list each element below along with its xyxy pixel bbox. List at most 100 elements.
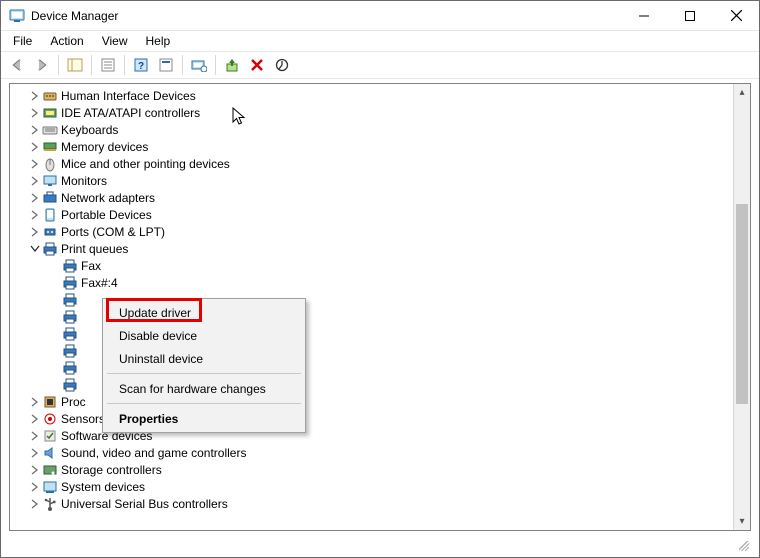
chevron-right-icon[interactable] [28, 208, 42, 222]
tree-node[interactable]: Network adapters [14, 189, 732, 206]
software-icon [42, 428, 58, 444]
disable-button[interactable] [270, 54, 294, 76]
context-separator [107, 373, 301, 374]
chevron-right-icon[interactable] [28, 480, 42, 494]
tree-node[interactable]: System devices [14, 478, 732, 495]
tree-node-label: Ports (COM & LPT) [61, 225, 165, 239]
tree-node[interactable]: Keyboards [14, 121, 732, 138]
processor-icon [42, 394, 58, 410]
menu-file[interactable]: File [5, 32, 40, 50]
printer-icon [62, 292, 78, 308]
menu-help[interactable]: Help [138, 32, 179, 50]
menu-bar: File Action View Help [1, 31, 759, 51]
printer-icon [62, 377, 78, 393]
context-menu: Update driver Disable device Uninstall d… [102, 298, 306, 433]
window-title: Device Manager [31, 9, 621, 23]
chevron-right-icon[interactable] [28, 140, 42, 154]
tree-node-label: Sensors [61, 412, 105, 426]
status-bar [9, 535, 751, 553]
network-icon [42, 190, 58, 206]
tree-node[interactable]: Storage controllers [14, 461, 732, 478]
context-disable-device[interactable]: Disable device [105, 324, 303, 347]
printer-icon [42, 241, 58, 257]
system-icon [42, 479, 58, 495]
monitor-icon [42, 173, 58, 189]
ide-icon [42, 105, 58, 121]
context-uninstall-device[interactable]: Uninstall device [105, 347, 303, 370]
tree-node-label: Memory devices [61, 140, 148, 154]
context-scan-hardware[interactable]: Scan for hardware changes [105, 377, 303, 400]
tree-node[interactable]: Mice and other pointing devices [14, 155, 732, 172]
title-bar: Device Manager [1, 1, 759, 31]
tree-node-label: Monitors [61, 174, 107, 188]
show-hide-console-button[interactable] [63, 54, 87, 76]
chevron-down-icon[interactable] [28, 242, 42, 256]
tree-node-label: Proc [61, 395, 86, 409]
chevron-right-icon[interactable] [28, 463, 42, 477]
window-controls [621, 1, 759, 30]
printer-icon [62, 360, 78, 376]
chevron-right-icon[interactable] [28, 412, 42, 426]
chevron-right-icon[interactable] [28, 123, 42, 137]
tree-node[interactable]: Universal Serial Bus controllers [14, 495, 732, 512]
chevron-right-icon[interactable] [28, 157, 42, 171]
toolbar-separator [58, 55, 59, 75]
tree-node-label: Network adapters [61, 191, 155, 205]
toolbar-separator [215, 55, 216, 75]
chevron-right-icon[interactable] [28, 429, 42, 443]
vertical-scrollbar[interactable]: ▴ ▾ [733, 84, 750, 530]
mouse-icon [42, 156, 58, 172]
properties-button[interactable] [96, 54, 120, 76]
chevron-right-icon[interactable] [28, 446, 42, 460]
tree-node-label: Print queues [61, 242, 128, 256]
update-driver-button[interactable] [220, 54, 244, 76]
port-icon [42, 224, 58, 240]
sensor-icon [42, 411, 58, 427]
keyboard-icon [42, 122, 58, 138]
tree-node-label: Fax#:4 [81, 276, 118, 290]
tree-node[interactable]: Fax [14, 257, 732, 274]
tree-node[interactable]: Monitors [14, 172, 732, 189]
action-button[interactable] [154, 54, 178, 76]
tree-node-label: Mice and other pointing devices [61, 157, 230, 171]
uninstall-button[interactable] [245, 54, 269, 76]
chevron-right-icon[interactable] [28, 89, 42, 103]
tree-node-label: Fax [81, 259, 101, 273]
printer-icon [62, 275, 78, 291]
chevron-right-icon[interactable] [28, 225, 42, 239]
forward-button[interactable] [30, 54, 54, 76]
portable-icon [42, 207, 58, 223]
tree-node[interactable]: Memory devices [14, 138, 732, 155]
scroll-up-arrow[interactable]: ▴ [734, 84, 750, 101]
tree-node[interactable]: Ports (COM & LPT) [14, 223, 732, 240]
chevron-right-icon[interactable] [28, 174, 42, 188]
tree-node[interactable]: Human Interface Devices [14, 87, 732, 104]
toolbar: ? [1, 51, 759, 79]
tree-node-label: IDE ATA/ATAPI controllers [61, 106, 200, 120]
scroll-down-arrow[interactable]: ▾ [734, 513, 750, 530]
tree-node[interactable]: Portable Devices [14, 206, 732, 223]
chevron-right-icon[interactable] [28, 191, 42, 205]
minimize-button[interactable] [621, 1, 667, 30]
scroll-thumb[interactable] [736, 204, 748, 404]
toolbar-separator [124, 55, 125, 75]
tree-node[interactable]: Sound, video and game controllers [14, 444, 732, 461]
menu-action[interactable]: Action [42, 32, 91, 50]
menu-view[interactable]: View [94, 32, 136, 50]
help-button[interactable]: ? [129, 54, 153, 76]
scan-hardware-button[interactable] [187, 54, 211, 76]
close-button[interactable] [713, 1, 759, 30]
context-properties[interactable]: Properties [105, 407, 303, 430]
tree-node-label: Human Interface Devices [61, 89, 196, 103]
chevron-right-icon[interactable] [28, 497, 42, 511]
context-update-driver[interactable]: Update driver [105, 301, 303, 324]
tree-node[interactable]: Print queues [14, 240, 732, 257]
maximize-button[interactable] [667, 1, 713, 30]
resize-grip[interactable] [735, 537, 751, 553]
tree-node[interactable]: IDE ATA/ATAPI controllers [14, 104, 732, 121]
chevron-right-icon[interactable] [28, 395, 42, 409]
chevron-right-icon[interactable] [28, 106, 42, 120]
tree-node-label: Universal Serial Bus controllers [61, 497, 228, 511]
back-button[interactable] [5, 54, 29, 76]
tree-node[interactable]: Fax#:4 [14, 274, 732, 291]
